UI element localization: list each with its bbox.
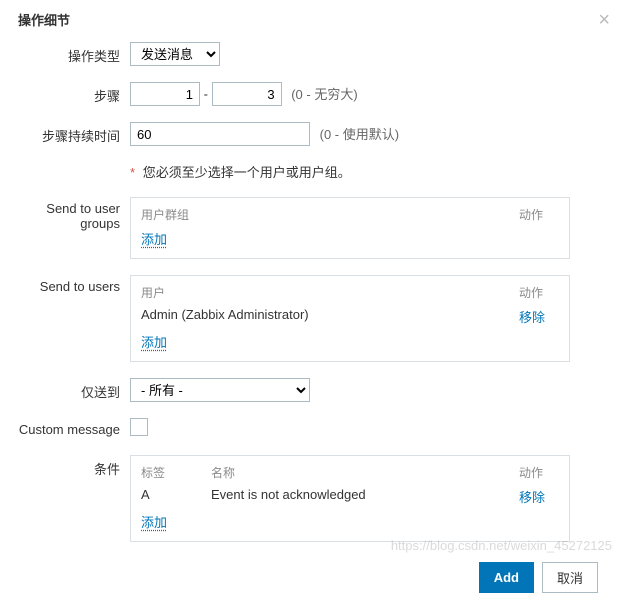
col-action: 动作 <box>519 206 559 223</box>
remove-cond-link[interactable]: 移除 <box>519 490 545 505</box>
custom-msg-label: Custom message <box>10 418 130 437</box>
cond-name: Event is not acknowledged <box>211 487 519 506</box>
cancel-button[interactable]: 取消 <box>542 562 598 593</box>
required-note: 您必须至少选择一个用户或用户组。 <box>143 165 351 180</box>
close-icon[interactable]: × <box>598 10 610 30</box>
dialog-footer: Add 取消 <box>10 562 610 593</box>
col-name: 名称 <box>211 464 519 481</box>
add-group-link[interactable]: 添加 <box>141 232 167 247</box>
steps-to-input[interactable] <box>212 82 282 106</box>
send-users-label: Send to users <box>10 275 130 294</box>
user-name: Admin (Zabbix Administrator) <box>141 307 519 326</box>
add-button[interactable]: Add <box>479 562 534 593</box>
send-via-select[interactable]: - 所有 - <box>130 378 310 402</box>
duration-input[interactable] <box>130 122 310 146</box>
add-user-link[interactable]: 添加 <box>141 335 167 350</box>
op-type-select[interactable]: 发送消息 <box>130 42 220 66</box>
add-cond-link[interactable]: 添加 <box>141 515 167 530</box>
col-user: 用户 <box>141 284 519 301</box>
send-via-label: 仅送到 <box>10 378 130 401</box>
users-table: 用户 动作 Admin (Zabbix Administrator) 移除 添加 <box>130 275 570 362</box>
user-groups-table: 用户群组 动作 添加 <box>130 197 570 259</box>
steps-hint: (0 - 无穷大) <box>291 87 357 102</box>
conditions-table: 标签 名称 动作 A Event is not acknowledged 移除 … <box>130 455 570 542</box>
col-tag: 标签 <box>141 464 211 481</box>
col-action: 动作 <box>519 284 559 301</box>
duration-label: 步骤持续时间 <box>10 122 130 145</box>
custom-msg-checkbox[interactable] <box>130 418 148 436</box>
steps-from-input[interactable] <box>130 82 200 106</box>
col-action: 动作 <box>519 464 559 481</box>
dialog-header: 操作细节 × <box>10 10 610 30</box>
duration-hint: (0 - 使用默认) <box>320 127 399 142</box>
send-groups-label: Send to user groups <box>10 197 130 231</box>
steps-dash: - <box>204 87 212 102</box>
operation-details-dialog: 操作细节 × 操作类型 发送消息 步骤 - (0 - 无穷大) 步骤持续时间 (… <box>0 0 630 613</box>
table-row: A Event is not acknowledged 移除 <box>141 487 559 506</box>
op-type-label: 操作类型 <box>10 42 130 65</box>
col-group: 用户群组 <box>141 206 519 223</box>
cond-tag: A <box>141 487 211 506</box>
dialog-title: 操作细节 <box>18 10 70 29</box>
conditions-label: 条件 <box>10 455 130 478</box>
table-row: Admin (Zabbix Administrator) 移除 <box>141 307 559 326</box>
remove-user-link[interactable]: 移除 <box>519 310 545 325</box>
steps-label: 步骤 <box>10 82 130 105</box>
required-asterisk: * <box>130 165 135 180</box>
